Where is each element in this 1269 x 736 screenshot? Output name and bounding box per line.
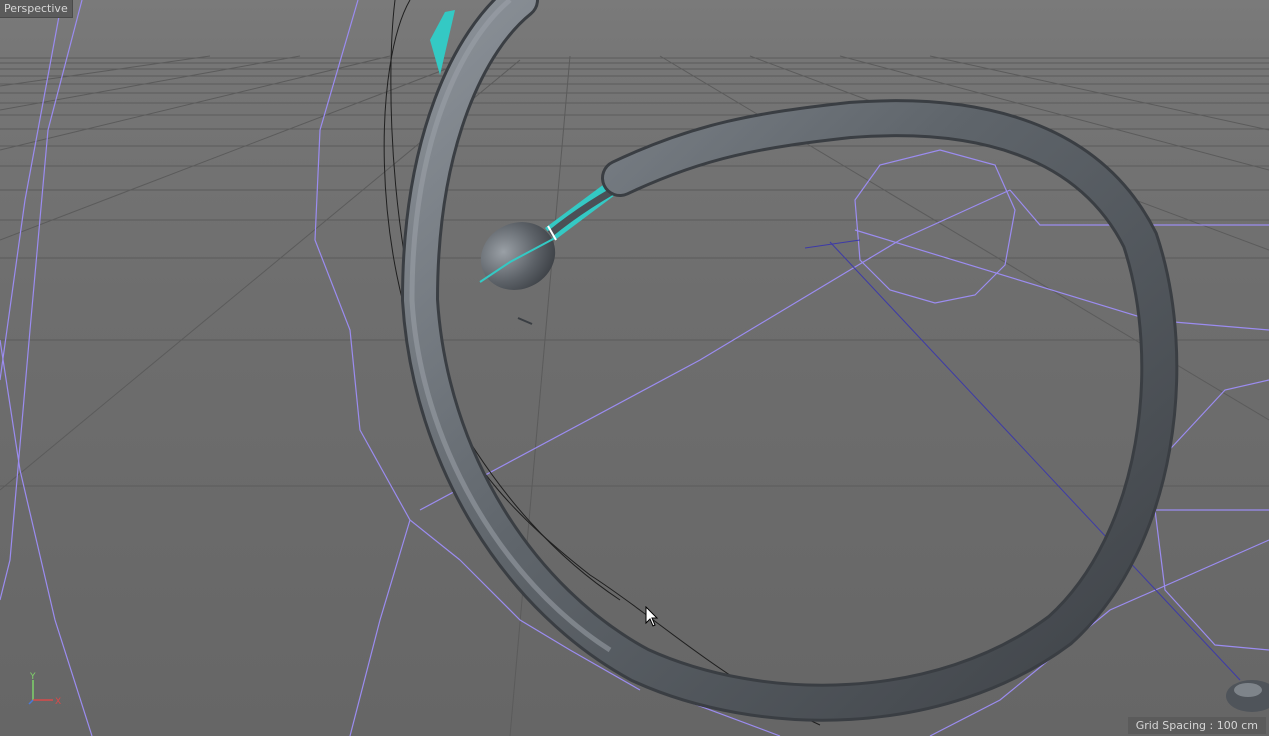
3d-viewport[interactable]: Perspective Y X Grid Spacing : 100 cm [0, 0, 1269, 736]
axis-y-label: Y [29, 672, 36, 682]
arrow-cursor-icon [645, 605, 659, 632]
grid-spacing-label: Grid Spacing : 100 cm [1127, 717, 1266, 734]
wireframe-dark-lines [804, 239, 1241, 681]
view-name-label[interactable]: Perspective [0, 0, 73, 18]
axis-gizmo-icon: Y X [22, 670, 66, 712]
axis-x-label: X [55, 697, 61, 707]
partial-object[interactable] [1226, 680, 1269, 712]
spiral-tube[interactable] [400, 0, 1179, 722]
viewport-scene[interactable] [0, 0, 1269, 736]
